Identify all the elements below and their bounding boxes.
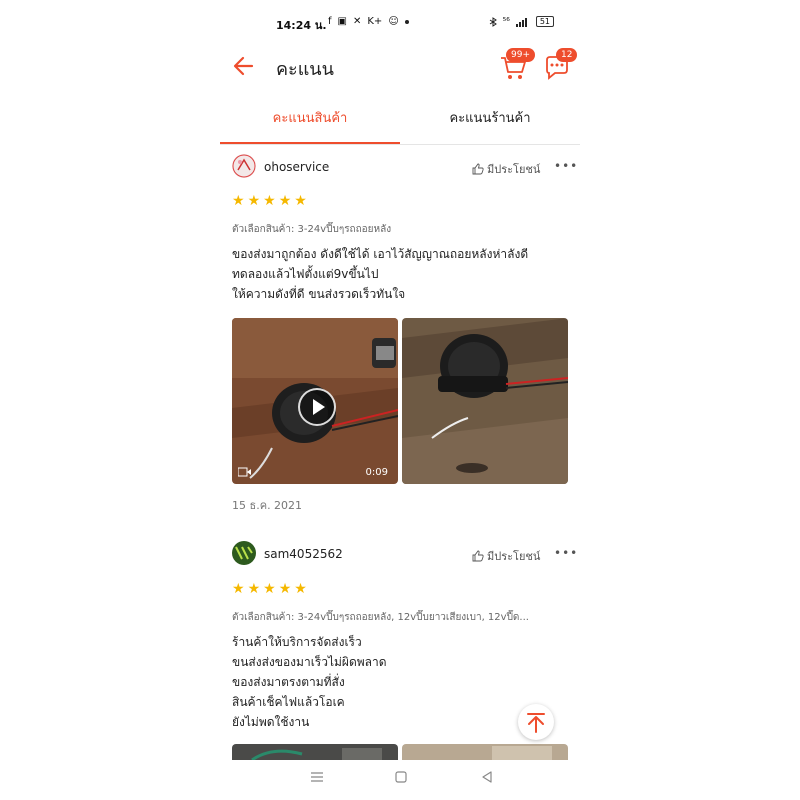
review-photo[interactable]: [402, 318, 568, 484]
tab-product-rating[interactable]: คะแนนสินค้า: [220, 96, 400, 144]
user-avatar-image: [232, 541, 256, 565]
star-icon: ★: [232, 581, 245, 597]
star-rating: ★ ★ ★ ★ ★: [232, 194, 307, 208]
thumbs-up-icon: [472, 550, 484, 562]
arrow-left-icon[interactable]: [230, 52, 258, 80]
battery-icon: 51: [535, 16, 554, 27]
chat-badge: 12: [556, 48, 578, 62]
facebook-icon: f: [328, 16, 332, 27]
messenger-icon: ☺: [388, 16, 399, 27]
rating-tabs: คะแนนสินค้า คะแนนร้านค้า: [220, 96, 580, 145]
product-variant: ตัวเลือกสินค้า: 3-24vปี๊บๆรถถอยหลัง, 12v…: [232, 612, 529, 623]
review-photo-image: [402, 744, 568, 760]
tab-shop-rating[interactable]: คะแนนร้านค้า: [400, 96, 580, 142]
back-nav-icon[interactable]: [480, 770, 494, 784]
star-icon: ★: [294, 193, 307, 209]
review-username[interactable]: sam4052562: [264, 547, 343, 561]
review-photo[interactable]: [402, 744, 568, 760]
star-icon: ★: [263, 193, 276, 209]
status-bar: 14:24 น. f ▣ ✕ K+ ☺ ⁵⁶ 51: [220, 10, 580, 38]
star-icon: ★: [247, 193, 261, 209]
line-icon: ▣: [337, 16, 347, 27]
review-text-line: ให้ความดังที่ดี ขนส่งรวดเร็วทันใจ: [232, 287, 406, 301]
star-rating: ★ ★ ★ ★ ★: [232, 582, 307, 596]
review-text-line: ขนส่งส่งของมาเร็วไม่ผิดพลาด: [232, 655, 387, 669]
status-left-icons: f ▣ ✕ K+ ☺: [328, 16, 409, 27]
kplus-icon: K+: [367, 16, 383, 27]
helpful-button[interactable]: มีประโยชน์: [472, 160, 540, 178]
video-meta: 0:09: [238, 467, 388, 478]
more-notifications-icon: [404, 19, 409, 24]
helpful-label: มีประโยชน์: [487, 163, 541, 176]
star-icon: ★: [232, 193, 245, 209]
system-nav-bar: [220, 762, 580, 792]
helpful-label: มีประโยชน์: [487, 550, 541, 563]
review-photo[interactable]: [232, 744, 398, 760]
review-video[interactable]: 0:09: [232, 318, 398, 484]
phone-screen: 14:24 น. f ▣ ✕ K+ ☺ ⁵⁶ 51 คะแนน 99+ 12 ค…: [220, 0, 580, 800]
arrow-up-icon: [527, 713, 545, 733]
user-avatar-image: [232, 154, 256, 178]
thumbs-up-icon: [472, 163, 484, 175]
star-icon: ★: [247, 581, 261, 597]
review-text-line: ของส่งมาถูกต้อง ดังดีใช้ได้ เอาไว้สัญญาณ…: [232, 247, 529, 261]
review-photo-image: [402, 318, 568, 484]
star-icon: ★: [294, 581, 307, 597]
bluetooth-icon: [489, 16, 497, 27]
review-text-line: ทดลองแล้วไฟตั้งแต่9vขึ้นไป: [232, 267, 379, 281]
more-options-button[interactable]: •••: [554, 546, 578, 560]
cart-badge: 99+: [506, 48, 535, 62]
product-variant: ตัวเลือกสินค้า: 3-24vปี๊บๆรถถอยหลัง: [232, 224, 392, 235]
helpful-button[interactable]: มีประโยชน์: [472, 547, 540, 565]
more-options-button[interactable]: •••: [554, 159, 578, 173]
status-time: 14:24 น.: [276, 19, 327, 32]
network-label: ⁵⁶: [502, 16, 510, 27]
page-title: คะแนน: [276, 59, 334, 80]
capcut-icon: ✕: [352, 16, 362, 27]
avatar[interactable]: [232, 541, 256, 565]
scroll-to-top-button[interactable]: [518, 704, 554, 740]
review-username[interactable]: ohoservice: [264, 160, 329, 174]
review-text: ของส่งมาถูกต้อง ดังดีใช้ได้ เอาไว้สัญญาณ…: [232, 244, 572, 304]
home-icon[interactable]: [394, 770, 408, 784]
star-icon: ★: [263, 581, 276, 597]
status-right-icons: ⁵⁶ 51: [489, 16, 554, 27]
menu-icon[interactable]: [310, 770, 324, 784]
signal-icon: [515, 17, 527, 27]
app-header: คะแนน 99+ 12: [220, 44, 580, 88]
avatar[interactable]: [232, 154, 256, 178]
review-text-line: ของส่งมาตรงตามที่สั่ง: [232, 675, 345, 689]
video-duration: 0:09: [365, 467, 388, 478]
review-text-line: ร้านค้าให้บริการจัดส่งเร็ว: [232, 635, 362, 649]
star-icon: ★: [278, 193, 292, 209]
star-icon: ★: [278, 581, 292, 597]
review-date: 15 ธ.ค. 2021: [232, 499, 303, 512]
video-icon: [238, 467, 251, 477]
review-photo-image: [232, 744, 398, 760]
play-icon[interactable]: [298, 388, 336, 426]
